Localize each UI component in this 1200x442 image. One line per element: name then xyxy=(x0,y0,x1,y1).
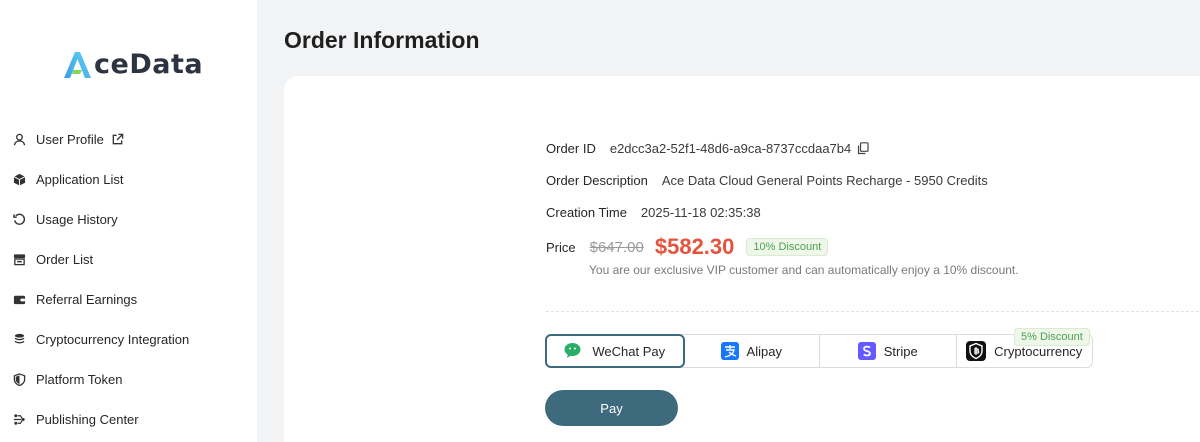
acedata-logo-icon xyxy=(64,52,91,78)
payment-option-alipay[interactable]: Alipay xyxy=(684,335,820,367)
sidebar-item-application-list[interactable]: Application List xyxy=(0,159,257,199)
coins-icon xyxy=(12,332,26,346)
sidebar-item-label: Platform Token xyxy=(36,371,123,387)
payment-option-wechat[interactable]: WeChat Pay xyxy=(545,334,685,368)
vip-note: You are our exclusive VIP customer and c… xyxy=(589,263,1019,277)
original-price: $647.00 xyxy=(589,238,644,256)
order-id-row: Order ID e2dcc3a2-52f1-48d6-a9ca-8737ccd… xyxy=(546,141,869,156)
payment-option-stripe[interactable]: Stripe xyxy=(820,335,957,367)
shield-icon xyxy=(12,372,26,386)
sidebar-item-label: Application List xyxy=(36,171,124,187)
sidebar-item-platform-token[interactable]: Platform Token xyxy=(0,359,257,399)
page-title: Order Information xyxy=(284,27,480,53)
order-description-row: Order Description Ace Data Cloud General… xyxy=(546,173,988,188)
payment-options: WeChat Pay Alipay Stripe Cryptocurrency xyxy=(545,334,1093,368)
wechat-icon xyxy=(564,342,584,360)
order-description-label: Order Description xyxy=(546,173,648,188)
user-icon xyxy=(12,132,26,146)
sidebar-item-label: Order List xyxy=(36,251,94,267)
stripe-icon xyxy=(857,342,876,360)
sidebar-item-usage-history[interactable]: Usage History xyxy=(0,199,257,239)
final-price: $582.30 xyxy=(654,234,735,259)
sidebar-item-label: Referral Earnings xyxy=(36,291,138,307)
creation-time-row: Creation Time 2025-11-18 02:35:38 xyxy=(546,205,761,220)
sidebar-item-label: Usage History xyxy=(36,211,118,227)
order-id-value: e2dcc3a2-52f1-48d6-a9ca-8737ccdaa7b4 xyxy=(609,141,852,156)
copy-icon[interactable] xyxy=(857,142,869,155)
cube-icon xyxy=(12,172,26,186)
sidebar: ceData User Profile Application List Usa… xyxy=(0,0,257,442)
store-icon xyxy=(12,252,26,266)
wallet-icon xyxy=(12,292,26,306)
alipay-icon xyxy=(720,342,739,360)
payment-option-label: Alipay xyxy=(746,343,782,359)
sidebar-item-cryptocurrency-integration[interactable]: Cryptocurrency Integration xyxy=(0,319,257,359)
sidebar-item-order-list[interactable]: Order List xyxy=(0,239,257,279)
sidebar-item-user-profile[interactable]: User Profile xyxy=(0,119,257,159)
price-row: Price $647.00 $582.30 10% Discount xyxy=(546,234,829,260)
sidebar-item-label: Publishing Center xyxy=(36,411,139,427)
logo-text: ceData xyxy=(94,48,204,80)
payment-option-label: Stripe xyxy=(883,343,918,359)
sidebar-item-publishing-center[interactable]: Publishing Center xyxy=(0,399,257,439)
creation-time-label: Creation Time xyxy=(546,205,627,220)
publish-icon xyxy=(12,412,26,426)
payment-option-label: WeChat Pay xyxy=(592,343,666,359)
external-link-icon xyxy=(111,133,124,146)
order-description-value: Ace Data Cloud General Points Recharge -… xyxy=(661,173,988,188)
crypto-discount-badge: 5% Discount xyxy=(1014,328,1090,346)
sidebar-item-label: User Profile xyxy=(36,131,104,147)
pay-button[interactable]: Pay xyxy=(545,390,678,426)
sidebar-item-referral-earnings[interactable]: Referral Earnings xyxy=(0,279,257,319)
creation-time-value: 2025-11-18 02:35:38 xyxy=(640,205,761,220)
order-card: Order ID e2dcc3a2-52f1-48d6-a9ca-8737ccd… xyxy=(284,76,1200,442)
divider xyxy=(546,311,1200,312)
history-icon xyxy=(12,212,26,226)
logo[interactable]: ceData xyxy=(60,44,203,84)
sidebar-item-label: Cryptocurrency Integration xyxy=(36,331,190,347)
discount-badge: 10% Discount xyxy=(746,238,829,256)
price-label: Price xyxy=(546,239,576,255)
order-id-label: Order ID xyxy=(546,141,596,156)
crypto-icon xyxy=(966,341,987,361)
